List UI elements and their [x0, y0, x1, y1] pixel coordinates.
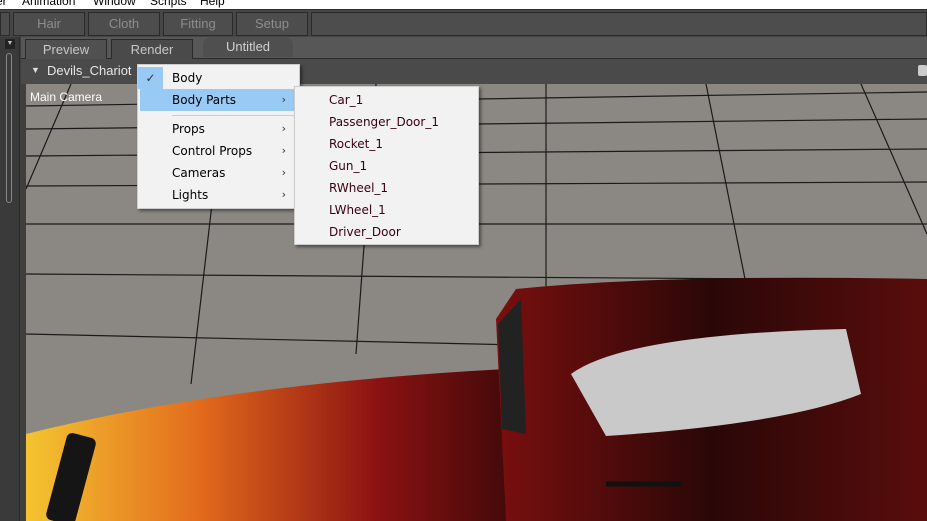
menu-item-body[interactable]: Body — [172, 67, 202, 89]
chevron-right-icon: › — [281, 188, 286, 201]
left-panel-strip: ▼ — [0, 37, 20, 521]
menu-item-lights[interactable]: Lights › — [140, 184, 296, 206]
panel-tab-prev[interactable] — [0, 12, 10, 36]
submenu-item-gun-1[interactable]: Gun_1 — [329, 155, 367, 177]
menu-item-label: Control Props — [172, 144, 253, 158]
left-scrollbar[interactable] — [6, 53, 12, 203]
chevron-right-icon: › — [281, 93, 286, 106]
menu-item-props[interactable]: Props › — [140, 118, 296, 140]
chevron-right-icon: › — [281, 144, 286, 157]
menu-bar: er Animation Window Scripts Help — [0, 0, 927, 9]
camera-label: Main Camera — [30, 90, 103, 104]
submenu-item-passenger-door-1[interactable]: Passenger_Door_1 — [329, 111, 439, 133]
menu-item-control-props[interactable]: Control Props › — [140, 140, 296, 162]
menu-item-animation[interactable]: Animation — [22, 0, 75, 8]
menu-item-render[interactable]: er — [0, 0, 7, 8]
submenu-item-driver-door[interactable]: Driver_Door — [329, 221, 401, 243]
submenu-item-car-1[interactable]: Car_1 — [329, 89, 363, 111]
panel-tabs: Hair Cloth Fitting Setup — [0, 9, 927, 37]
submenu-item-rocket-1[interactable]: Rocket_1 — [329, 133, 383, 155]
menu-separator — [172, 115, 294, 116]
panel-menu-button[interactable]: ▼ — [5, 39, 15, 49]
menu-item-window[interactable]: Window — [93, 0, 136, 8]
panel-tab-fitting[interactable]: Fitting — [163, 12, 233, 36]
scene-selector[interactable]: Devils_Chariot — [47, 63, 132, 78]
menu-item-cameras[interactable]: Cameras › — [140, 162, 296, 184]
context-menu: ✓ Body Body Parts › Props › Control Prop… — [137, 64, 300, 209]
menu-item-label: Cameras — [172, 166, 226, 180]
chevron-right-icon: › — [281, 166, 286, 179]
document-title: Untitled — [203, 37, 293, 57]
menu-item-label: Lights — [172, 188, 209, 202]
menu-item-body-parts[interactable]: Body Parts › — [140, 89, 296, 111]
panel-tab-setup[interactable]: Setup — [236, 12, 308, 36]
submenu-item-rwheel-1[interactable]: RWheel_1 — [329, 177, 388, 199]
collapse-triangle-icon[interactable]: ▼ — [31, 65, 40, 75]
menu-item-scripts[interactable]: Scripts — [150, 0, 187, 8]
document-tabs: Preview Render Untitled — [21, 37, 927, 59]
panel-tab-cloth[interactable]: Cloth — [88, 12, 160, 36]
menu-item-label: Body Parts — [172, 93, 237, 107]
panel-tab-empty — [311, 12, 927, 36]
menu-item-label: Props — [172, 122, 205, 136]
check-icon: ✓ — [138, 67, 163, 89]
panel-tab-hair[interactable]: Hair — [13, 12, 85, 36]
submenu-item-lwheel-1[interactable]: LWheel_1 — [329, 199, 386, 221]
body-parts-submenu: Car_1 Passenger_Door_1 Rocket_1 Gun_1 RW… — [294, 86, 479, 245]
tab-preview[interactable]: Preview — [25, 39, 107, 59]
tab-render[interactable]: Render — [111, 39, 193, 59]
chevron-right-icon: › — [281, 122, 286, 135]
menu-item-help[interactable]: Help — [200, 0, 225, 8]
camera-icon[interactable] — [918, 65, 927, 76]
